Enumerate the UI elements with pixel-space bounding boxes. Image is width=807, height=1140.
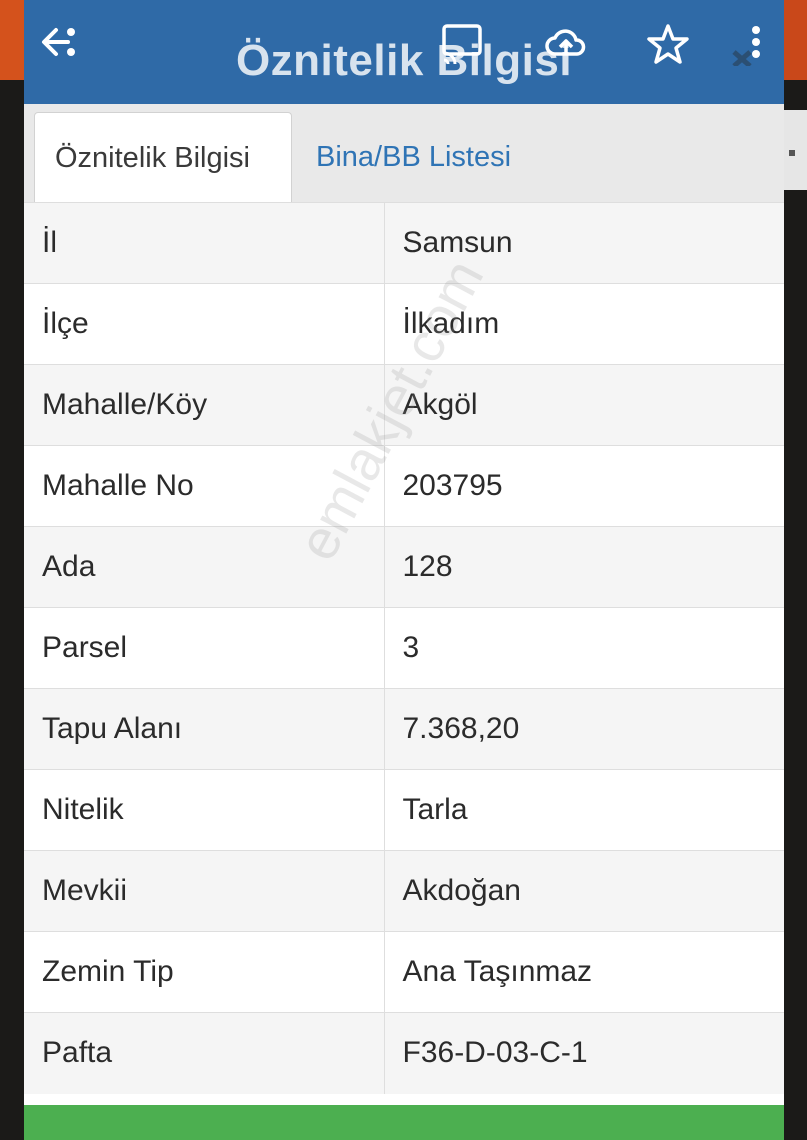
table-row: Nitelik Tarla — [24, 769, 784, 851]
attribute-key: Zemin Tip — [24, 931, 385, 1013]
table-row: Ada 128 — [24, 526, 784, 608]
attribute-value: 3 — [384, 607, 784, 689]
attribute-value: Ana Taşınmaz — [384, 931, 784, 1013]
table-row: Pafta F36-D-03-C-1 — [24, 1012, 784, 1094]
table-row: Parsel 3 — [24, 607, 784, 689]
table-row: İlçe İlkadım — [24, 283, 784, 365]
background-right-strip — [783, 0, 807, 80]
tab-bina-bb-listesi[interactable]: Bina/BB Listesi — [296, 112, 531, 202]
cast-icon[interactable] — [440, 20, 484, 65]
attribute-key: Pafta — [24, 1012, 385, 1094]
back-icon[interactable] — [38, 22, 82, 66]
attribute-key: Nitelik — [24, 769, 385, 851]
cloud-upload-icon[interactable] — [544, 22, 588, 66]
tab-oznitelik-bilgisi[interactable]: Öznitelik Bilgisi — [34, 112, 292, 202]
table-row: İl Samsun — [24, 202, 784, 284]
star-icon[interactable] — [646, 22, 690, 66]
table-row: Tapu Alanı 7.368,20 — [24, 688, 784, 770]
attribute-key: Ada — [24, 526, 385, 608]
attribute-value: F36-D-03-C-1 — [384, 1012, 784, 1094]
attribute-key: İl — [24, 202, 385, 284]
more-vert-icon[interactable] — [728, 22, 772, 68]
table-row: Zemin Tip Ana Taşınmaz — [24, 931, 784, 1013]
dialog-header: Öznitelik Bilgisi — [24, 0, 784, 104]
attribute-value: Samsun — [384, 202, 784, 284]
table-row: Mahalle No 203795 — [24, 445, 784, 527]
tab-bar: Öznitelik Bilgisi Bina/BB Listesi — [24, 104, 784, 203]
table-row: Mahalle/Köy Akgöl — [24, 364, 784, 446]
attribute-value: Akdoğan — [384, 850, 784, 932]
attribute-value: Tarla — [384, 769, 784, 851]
attribute-key: Parsel — [24, 607, 385, 689]
attribute-dialog: Öznitelik Bilgisi Öznitelik Bilgisi Bina… — [24, 0, 784, 1140]
attribute-value: 203795 — [384, 445, 784, 527]
attribute-key: Mahalle/Köy — [24, 364, 385, 446]
attribute-value: İlkadım — [384, 283, 784, 365]
table-row: Mevkii Akdoğan — [24, 850, 784, 932]
attribute-value: 128 — [384, 526, 784, 608]
attribute-key: Mevkii — [24, 850, 385, 932]
background-left-strip — [0, 0, 24, 80]
attribute-table: İl Samsun İlçe İlkadım Mahalle/Köy Akgöl Ma… — [24, 202, 784, 1094]
attribute-key: İlçe — [24, 283, 385, 365]
attribute-key: Mahalle No — [24, 445, 385, 527]
attribute-value: Akgöl — [384, 364, 784, 446]
background-right-panel — [783, 110, 807, 190]
attribute-value: 7.368,20 — [384, 688, 784, 770]
attribute-key: Tapu Alanı — [24, 688, 385, 770]
bottom-action-bar[interactable] — [24, 1105, 784, 1140]
